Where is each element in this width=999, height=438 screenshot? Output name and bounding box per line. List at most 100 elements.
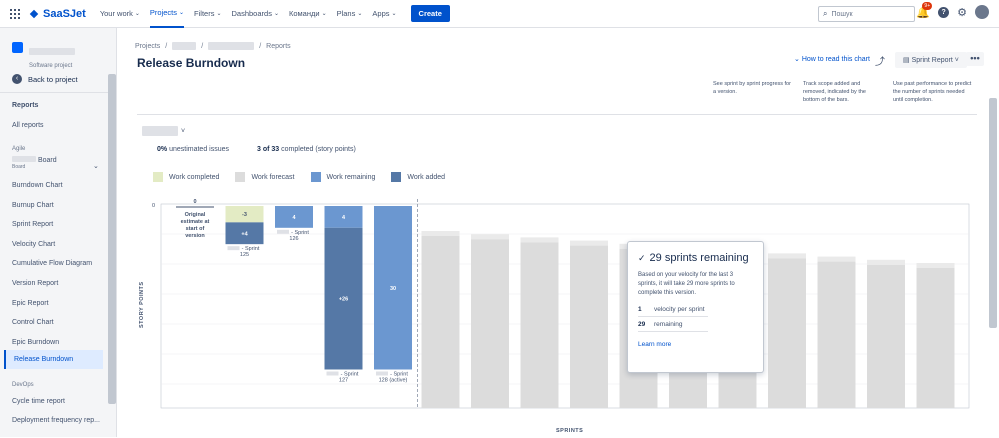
sidebar-item-velocity-chart[interactable]: Velocity Chart [12, 241, 55, 248]
completed-stat: 3 of 33 completed (story points) [257, 146, 356, 153]
release-burndown-chart: 0 0 Originalestimate atstart ofversion -3 +4… [152, 198, 970, 409]
version-selector[interactable]: ˅ [142, 126, 185, 136]
sidebar-item-epic-burndown[interactable]: Epic Burndown [12, 339, 59, 346]
legend-swatch [391, 172, 402, 182]
sidebar-item-release-burndown[interactable]: Release Burndown [4, 350, 103, 369]
board-name-redacted [12, 156, 36, 162]
agile-heading: Agile [12, 146, 26, 152]
x-axis-label: SPRINTS [556, 428, 584, 434]
breadcrumb-reports[interactable]: Reports [266, 43, 291, 50]
sprint-name-redacted [227, 246, 240, 251]
sidebar-item-burnup-chart[interactable]: Burnup Chart [12, 202, 54, 209]
sidebar-item-devops-0[interactable]: Cycle time report [12, 398, 65, 405]
column-label: 128 (active) [379, 378, 408, 384]
back-to-project-link[interactable]: ‹ Back to project [12, 74, 78, 84]
forecast-bar-top [421, 231, 460, 236]
legend-item: Work remaining [310, 172, 376, 182]
learn-more-link[interactable]: Learn more [638, 341, 753, 348]
popup-divider [638, 316, 708, 317]
chevron-down-icon: ⌄ [273, 11, 279, 17]
sidebar-item-all-reports[interactable]: All reports [12, 122, 44, 129]
nav-item-label: Filters [194, 9, 215, 18]
nav-item-4[interactable]: Команди ⌄ [289, 0, 327, 28]
sidebar-item-epic-report[interactable]: Epic Report [12, 300, 49, 307]
sprint-report-button[interactable]: ▤ Sprint Report ˅ [895, 52, 967, 68]
sidebar-item-devops-1[interactable]: Deployment frequency rep... [12, 417, 100, 424]
unestimated-pct: 0% [157, 146, 168, 153]
settings-gear-icon[interactable]: ⚙ [957, 6, 967, 19]
nav-item-label: Plans [336, 9, 356, 18]
popup-divider [638, 331, 708, 332]
board-sub: Board [12, 164, 26, 170]
original-estimate-value: 0 [193, 199, 196, 205]
nav-item-3[interactable]: Dashboards ⌄ [232, 0, 279, 28]
legend-swatch [310, 172, 321, 182]
column-label: start of [186, 226, 205, 232]
nav-item-label: Dashboards [231, 9, 272, 18]
project-header[interactable]: Software project [12, 42, 75, 69]
column-label: 125 [240, 252, 249, 258]
popup-description: Based on your velocity for the last 3 sp… [638, 272, 735, 296]
project-type: Software project [29, 63, 73, 69]
sidebar-divider [0, 92, 117, 93]
nav-item-2[interactable]: Filters ⌄ [194, 0, 221, 28]
user-avatar[interactable] [975, 5, 989, 19]
help-icon[interactable]: ? [938, 6, 950, 18]
brand-name: SaaSJet [43, 7, 86, 20]
more-options-icon[interactable]: ••• [966, 52, 984, 66]
column-label: estimate at [181, 219, 210, 225]
sidebar-item-sprint-report[interactable]: Sprint Report [12, 221, 53, 228]
forecast-bar-top [570, 240, 608, 246]
chevron-down-icon: ⌄ [321, 11, 327, 17]
forecast-bar-top [520, 237, 559, 243]
notifications-icon[interactable]: 🔔 9+ [916, 1, 933, 19]
nav-item-1[interactable]: Projects ⌄ [149, 0, 185, 28]
tip-1: See sprint by sprint progress for a vers… [713, 81, 791, 95]
breadcrumb-redacted-1[interactable] [172, 42, 197, 50]
share-icon[interactable]: ⤴ [875, 53, 885, 68]
forecast-bar [768, 258, 806, 408]
forecast-bar-top [867, 259, 905, 265]
how-to-read-link[interactable]: ⌄ How to read this chart [794, 55, 870, 63]
top-navigation: SaaSJet Your work ⌄ Projects ⌄ Filters ⌄ Dashb… [0, 0, 999, 28]
sidebar-item-cumulative-flow-diagram[interactable]: Cumulative Flow Diagram [12, 260, 92, 267]
sidebar-scrollbar[interactable] [108, 74, 116, 404]
chevron-down-icon: ⌄ [134, 11, 140, 17]
legend-label: Work completed [169, 173, 220, 181]
nav-item-label: Команди [288, 9, 320, 18]
velocity-label: velocity per sprint [654, 306, 705, 313]
legend-item: Work forecast [235, 172, 295, 182]
forecast-bar-top [768, 253, 806, 259]
chevron-down-icon[interactable]: ⌄ [93, 162, 99, 170]
forecast-bar [916, 268, 955, 408]
nav-item-6[interactable]: Apps ⌄ [372, 0, 396, 28]
forecast-bar [421, 236, 460, 408]
create-button[interactable]: Create [410, 5, 450, 22]
app-switcher-icon[interactable] [10, 8, 20, 19]
breadcrumb-redacted-2[interactable] [208, 42, 255, 50]
nav-item-0[interactable]: Your work ⌄ [100, 0, 140, 28]
nav-item-5[interactable]: Plans ⌄ [337, 0, 363, 28]
devops-heading: DevOps [12, 382, 34, 388]
sidebar-item-version-report[interactable]: Version Report [12, 280, 58, 287]
legend-item: Work added [391, 172, 445, 182]
divider [137, 114, 977, 115]
legend-item: Work completed [153, 172, 219, 182]
bar-data-label: -3 [242, 212, 247, 218]
search-input[interactable]: ⌕ Пошук [818, 6, 915, 22]
legend-label: Work remaining [326, 173, 376, 181]
legend-swatch [235, 172, 246, 182]
nav-item-label: Apps [372, 9, 390, 18]
reports-heading: Reports [12, 102, 39, 109]
sidebar-item-control-chart[interactable]: Control Chart [12, 319, 54, 326]
completed-count: 3 of 33 [257, 146, 280, 153]
forecast-popup: ✓ 29 sprints remaining Based on your velo… [627, 241, 764, 373]
main-scrollbar[interactable] [989, 98, 997, 328]
report-button-label: Sprint Report [911, 57, 953, 64]
brand-logo[interactable]: SaaSJet [28, 8, 86, 20]
bar-data-label: +4 [241, 231, 248, 237]
breadcrumb-projects[interactable]: Projects [135, 43, 160, 50]
board-selector[interactable]: Board Board [12, 156, 57, 170]
top-icons: 🔔 9+ ? ⚙ [916, 1, 989, 19]
sidebar-item-burndown-chart[interactable]: Burndown Chart [12, 182, 63, 189]
